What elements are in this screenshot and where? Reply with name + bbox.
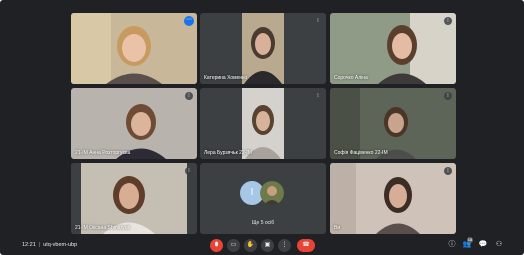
participant-video — [200, 13, 326, 84]
participant-video — [330, 13, 456, 84]
participant-video — [71, 13, 197, 84]
activities-icon[interactable]: ⚇ — [494, 240, 504, 250]
participant-name: Катерина Хоменко — [204, 75, 248, 81]
participant-tile[interactable]: ⁞ 21-ІМ Оксана Shmaryuk — [71, 163, 197, 234]
avatar — [260, 181, 284, 205]
participant-video — [71, 163, 197, 234]
participant-name: 21-ІМ Оксана Shmaryuk — [75, 225, 131, 231]
participant-tile[interactable]: ⁞ Ви — [330, 163, 456, 234]
mic-off-icon: ⁞ — [314, 92, 322, 100]
participant-tile[interactable]: ⁞ Лера Бурзячьк 22-ІМ — [200, 88, 326, 159]
others-tile[interactable]: І Ще 5 осіб — [200, 163, 326, 234]
camera-icon[interactable]: ▭ — [227, 239, 240, 252]
mic-off-icon[interactable]: ⬮ — [210, 239, 223, 252]
participant-tile[interactable]: ⁞ Софія Фацівенко 22-ІМ — [330, 88, 456, 159]
meet-window: ⋯ ⁞ Катерина Хоменко ⁞ Сорочко Аліна ⁞ 2… — [0, 0, 524, 255]
mic-off-icon: ⁞ — [185, 92, 193, 100]
control-bar: 12:21 | utq-vbem-ubp ⬮ ▭ ✋ ▣ ⋮ ☎ ⓘ 👥 18 💬 … — [0, 236, 524, 255]
others-count-label: Ще 5 осіб — [251, 220, 275, 226]
participant-tile[interactable]: ⁞ Катерина Хоменко — [200, 13, 326, 84]
participant-tile[interactable]: ⋯ — [71, 13, 197, 84]
meeting-info: 12:21 | utq-vbem-ubp — [22, 242, 77, 248]
mic-off-icon: ⁞ — [314, 17, 322, 25]
present-icon[interactable]: ▣ — [261, 239, 274, 252]
info-icon[interactable]: ⓘ — [447, 240, 457, 250]
participant-name: Сорочко Аліна — [334, 75, 368, 81]
participant-video — [330, 88, 456, 159]
others-avatars: І — [240, 181, 290, 205]
clock-time: 12:21 — [22, 242, 36, 248]
chat-icon[interactable]: 💬 — [478, 240, 488, 250]
people-count-badge: 18 — [467, 237, 473, 243]
more-options-icon[interactable]: ⋯ — [184, 16, 194, 26]
mic-off-icon: ⁞ — [444, 167, 452, 175]
participant-tile[interactable]: ⁞ Сорочко Аліна — [330, 13, 456, 84]
meeting-code: utq-vbem-ubp — [43, 242, 78, 248]
participant-name: 21-ІМ Анна Розторгуєва — [75, 150, 131, 156]
mic-off-icon: ⁞ — [444, 17, 452, 25]
participant-name: Софія Фацівенко 22-ІМ — [334, 150, 388, 156]
participant-tile[interactable]: ⁞ 21-ІМ Анна Розторгуєва — [71, 88, 197, 159]
participant-name: Лера Бурзячьк 22-ІМ — [204, 150, 252, 156]
more-icon[interactable]: ⋮ — [278, 239, 291, 252]
participant-video — [71, 88, 197, 159]
mic-off-icon: ⁞ — [185, 167, 193, 175]
participant-video — [200, 88, 326, 159]
end-call-icon[interactable]: ☎ — [297, 239, 315, 252]
hand-icon[interactable]: ✋ — [244, 239, 257, 252]
mic-off-icon: ⁞ — [444, 92, 452, 100]
participant-video — [330, 163, 456, 234]
participant-name: Ви — [334, 225, 341, 231]
separator: | — [38, 242, 41, 248]
